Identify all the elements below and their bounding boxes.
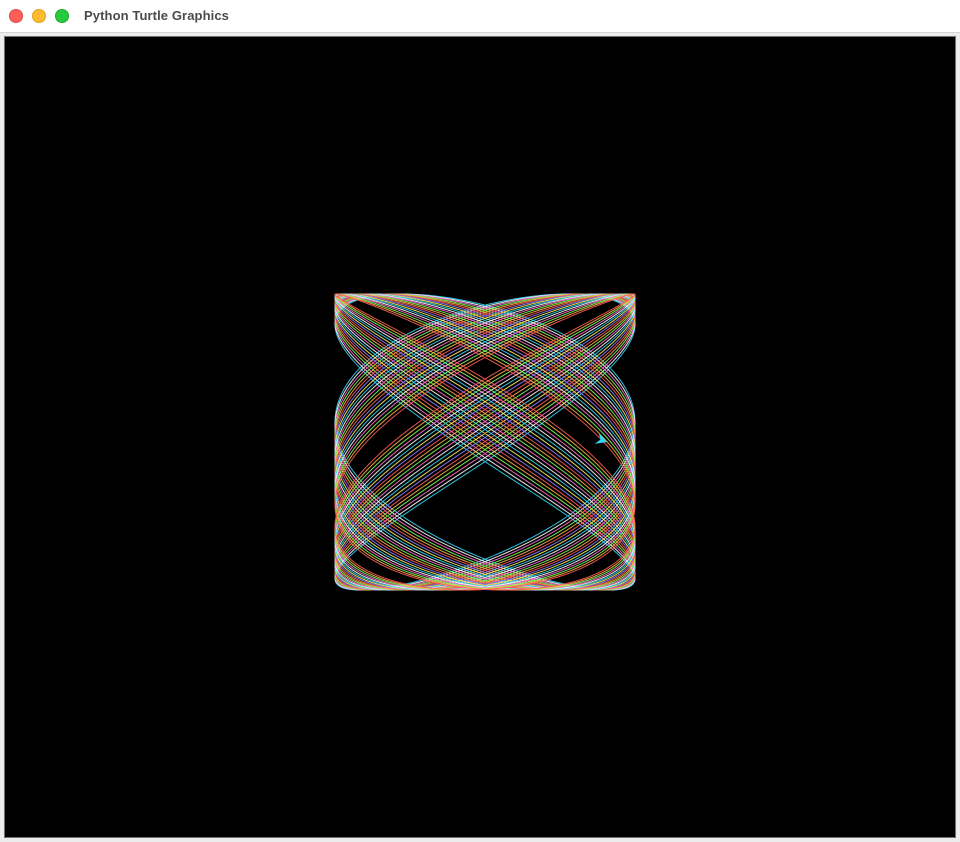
- canvas-frame: [4, 36, 956, 838]
- close-button-icon[interactable]: [9, 9, 23, 23]
- zoom-button-icon[interactable]: [55, 9, 69, 23]
- turtle-canvas[interactable]: [5, 37, 955, 837]
- title-bar[interactable]: Python Turtle Graphics: [0, 0, 960, 33]
- minimize-button-icon[interactable]: [32, 9, 46, 23]
- turtle-window: Python Turtle Graphics: [0, 0, 960, 842]
- window-title: Python Turtle Graphics: [84, 8, 229, 23]
